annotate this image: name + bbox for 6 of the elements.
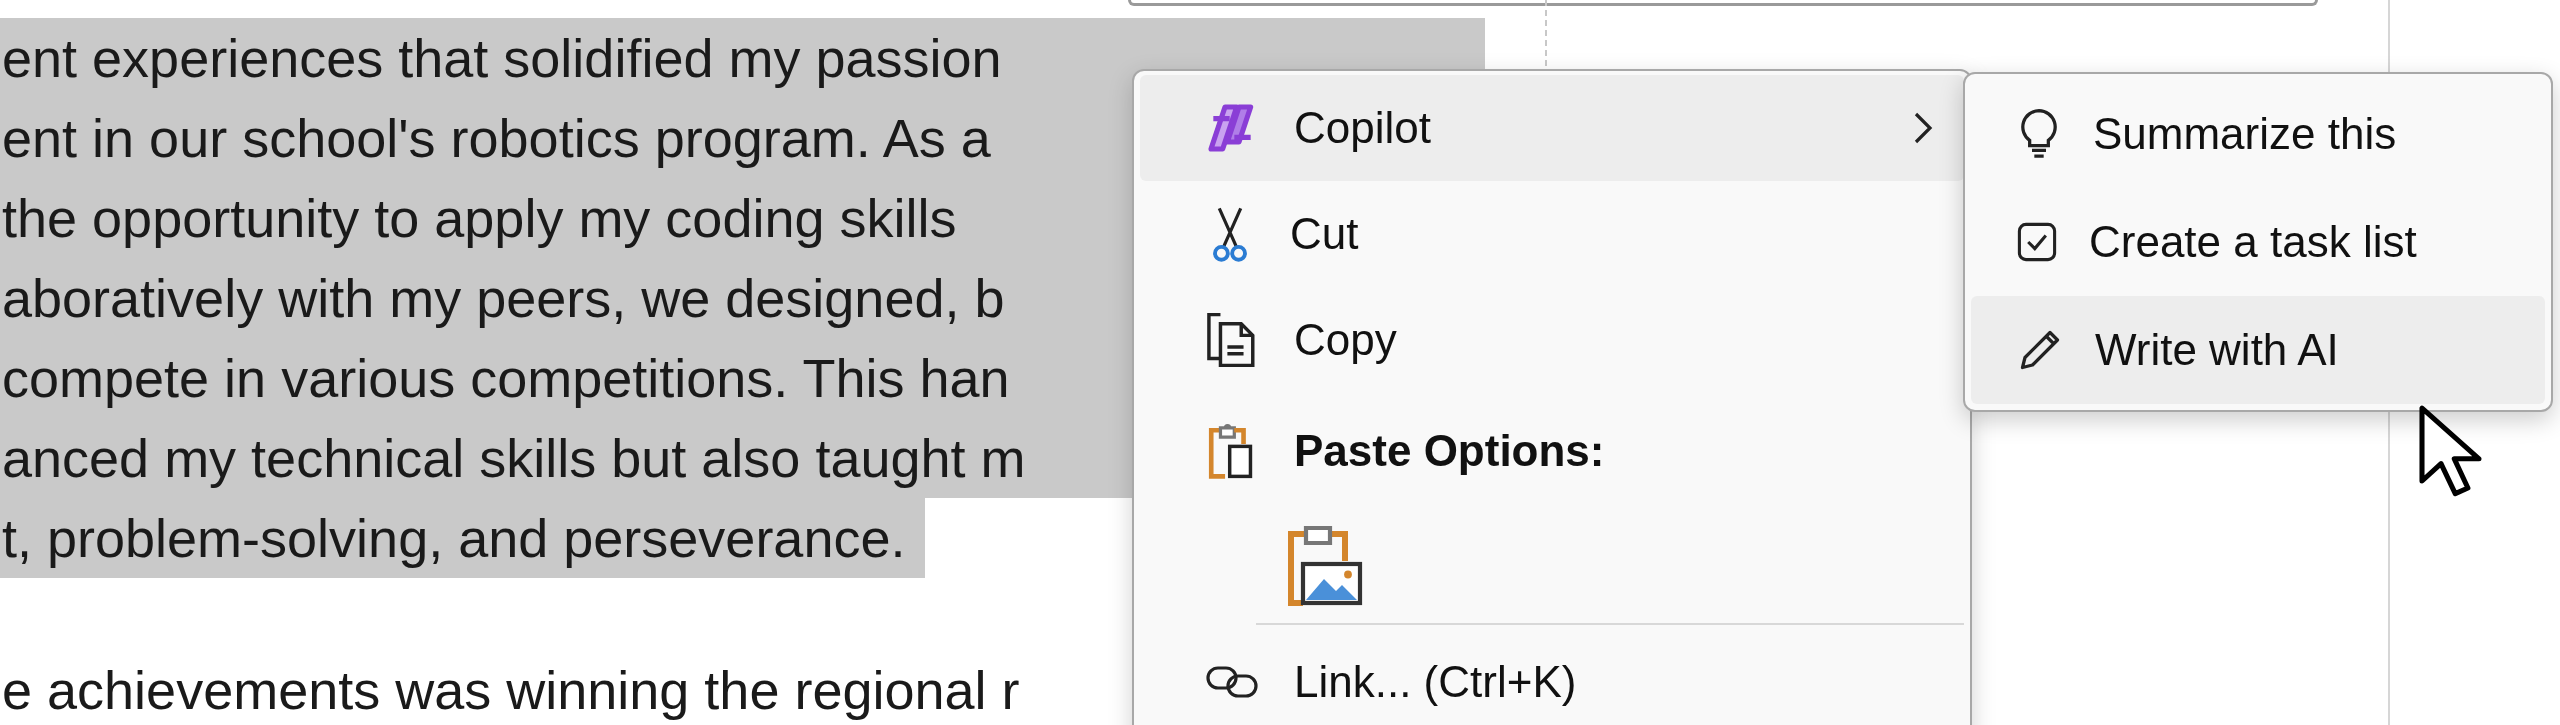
menu-item[interactable]: Copilot [1140,75,1964,181]
submenu-item[interactable]: Summarize this [1971,80,2545,188]
submenu-item[interactable]: Create a task list [1971,188,2545,296]
checkbox-icon [2015,220,2059,264]
submenu-item[interactable]: Write with AI [1971,296,2545,404]
menu-item[interactable]: Link... (Ctrl+K) [1140,629,1964,725]
